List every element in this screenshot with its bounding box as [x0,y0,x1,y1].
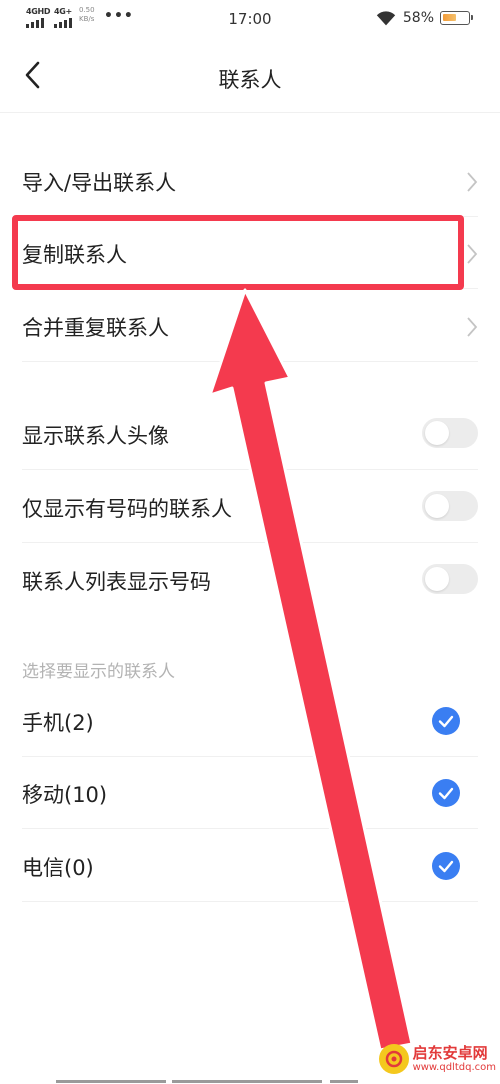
toggle-label: 显示联系人头像 [22,424,169,448]
wifi-icon [376,11,396,26]
show-numbers-toggle[interactable] [422,564,478,594]
section-title: 选择要显示的联系人 [22,662,175,682]
divider [22,361,478,362]
nav-home-segment[interactable] [172,1080,322,1083]
menu-item-label: 导入/导出联系人 [22,171,177,195]
menu-item-import-export[interactable]: 导入/导出联系人 [0,145,500,217]
chevron-right-icon [467,172,478,192]
menu-item-label: 合并重复联系人 [22,316,169,340]
navigation-bar [0,1078,500,1084]
watermark-name: 启东安卓网 [412,1044,488,1062]
toggle-row-show-numbers: 联系人列表显示号码 [0,544,500,616]
annotation-highlight-box [12,215,464,290]
toggle-row-numbers-only: 仅显示有号码的联系人 [0,471,500,543]
battery-icon [440,11,473,25]
account-row-telecom[interactable]: 电信(0) [0,830,500,902]
menu-item-merge-duplicates[interactable]: 合并重复联系人 [0,290,500,362]
checkmark-icon[interactable] [432,707,460,735]
toggle-label: 联系人列表显示号码 [22,570,211,594]
account-label: 移动(10) [22,783,108,807]
page-title: 联系人 [218,68,282,92]
chevron-right-icon [467,244,478,264]
status-right: 58% [375,9,473,27]
show-avatar-toggle[interactable] [422,418,478,448]
watermark-logo-icon [378,1044,409,1074]
account-label: 手机(2) [22,711,94,735]
numbers-only-toggle[interactable] [422,491,478,521]
battery-percent: 58% [402,10,434,26]
account-row-mobile[interactable]: 移动(10) [0,757,500,829]
account-label: 电信(0) [22,856,94,880]
divider [22,469,478,470]
watermark: 启东安卓网 www.qdltdq.com [378,1044,496,1074]
app-header: 联系人 [0,40,500,113]
divider [22,901,478,902]
checkmark-icon[interactable] [432,779,460,807]
toggle-knob [425,567,449,591]
watermark-url: www.qdltdq.com [412,1062,496,1073]
battery-fill [443,14,456,21]
status-bar: 4GHD 4G+ 0.50 KB/s ••• 17:00 58% [0,0,500,40]
chevron-right-icon [467,317,478,337]
toggle-knob [425,421,449,445]
divider [22,542,478,543]
watermark-text: 启东安卓网 www.qdltdq.com [412,1044,496,1074]
toggle-row-show-avatar: 显示联系人头像 [0,398,500,470]
toggle-knob [425,494,449,518]
toggle-label: 仅显示有号码的联系人 [22,497,232,521]
divider [22,828,478,829]
checkmark-icon[interactable] [432,852,460,880]
nav-recent-segment[interactable] [330,1080,358,1083]
nav-back-segment[interactable] [56,1080,166,1083]
account-row-phone[interactable]: 手机(2) [0,685,500,757]
